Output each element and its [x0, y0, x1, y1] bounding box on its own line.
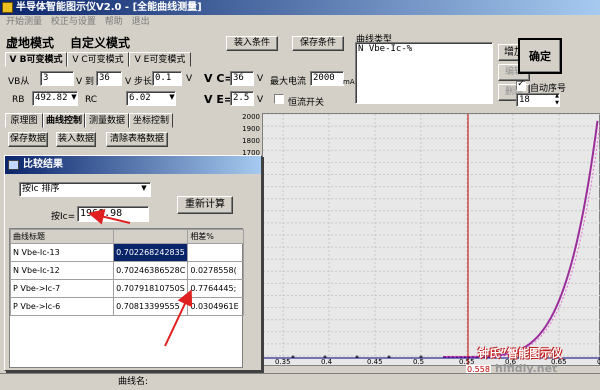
annotation-arrows [88, 208, 193, 347]
status-bar: 曲线名: [0, 373, 600, 390]
arrow-to-ic-value [88, 208, 131, 225]
arrow-to-diff-value [164, 289, 193, 347]
curve-name-label: 曲线名: [118, 377, 149, 387]
